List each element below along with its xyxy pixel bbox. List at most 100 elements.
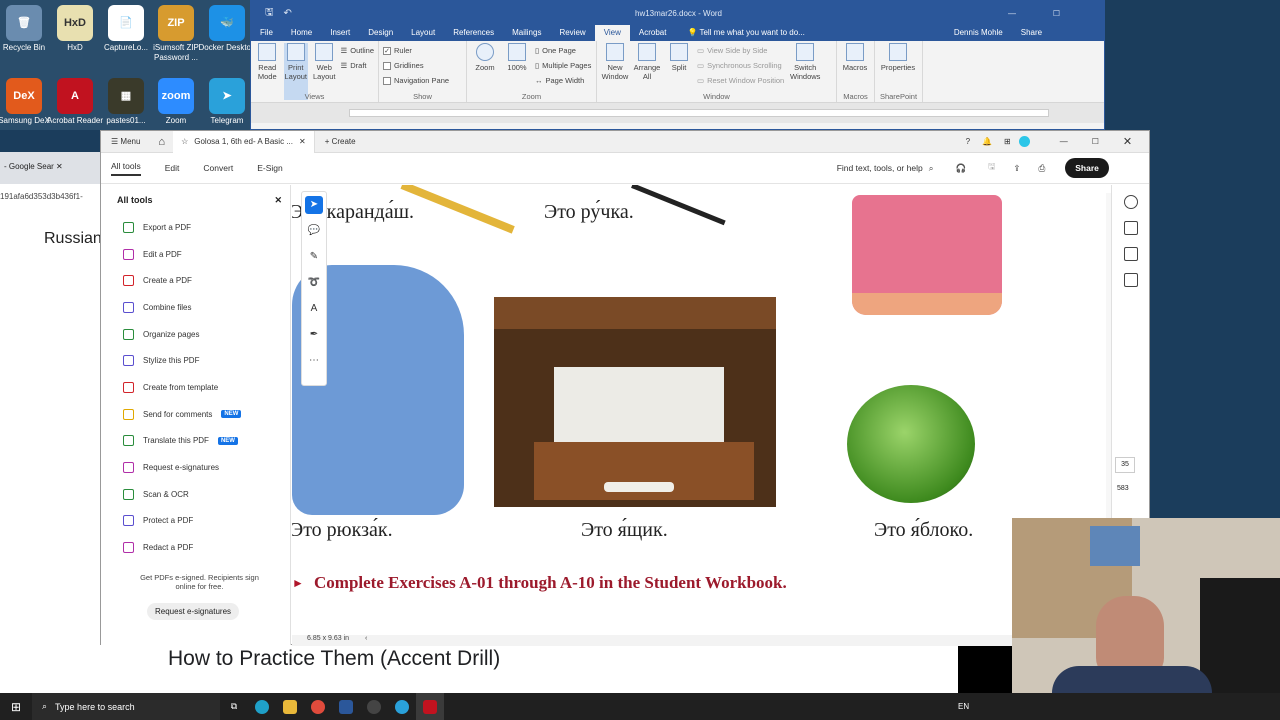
one-page-button[interactable]: ▯ One Page (535, 43, 591, 58)
tool-item[interactable]: Redact a PDF (101, 534, 290, 561)
taskbar-search[interactable]: ⌕ Type here to search (32, 693, 220, 720)
word-tab-view[interactable]: View (594, 25, 630, 41)
tool-item[interactable]: Stylize this PDF (101, 347, 290, 374)
tool-item[interactable]: Create from template (101, 374, 290, 401)
tool-item[interactable]: Organize pages (101, 321, 290, 348)
obs-icon[interactable] (360, 693, 388, 720)
apps-icon[interactable]: ⊞ (1004, 137, 1011, 146)
sign-icon[interactable]: ✒ (305, 326, 323, 344)
tool-item[interactable]: Translate this PDF NEW (101, 428, 290, 455)
print-icon[interactable]: ⎙ (1038, 163, 1045, 174)
comment-panel-icon[interactable] (1123, 195, 1138, 209)
tool-item[interactable]: Combine files (101, 294, 290, 321)
navigation-pane-checkbox[interactable]: Navigation Pane (383, 73, 462, 88)
multiple-pages-button[interactable]: ▯ Multiple Pages (535, 58, 591, 73)
menu-button[interactable]: ☰ Menu (101, 137, 150, 146)
help-icon[interactable]: ? (966, 137, 970, 146)
close-icon[interactable]: ✕ (1123, 135, 1132, 148)
bell-icon[interactable]: 🔔 (982, 137, 992, 146)
maximize-icon[interactable]: ☐ (1092, 137, 1099, 146)
profile-icon[interactable] (1018, 136, 1030, 147)
word-tab-references[interactable]: References (444, 25, 503, 41)
undo-icon[interactable]: ↶ (284, 8, 292, 19)
create-button[interactable]: + Create (315, 137, 366, 146)
word-tab-acrobat[interactable]: Acrobat (630, 25, 676, 41)
word-icon[interactable] (332, 693, 360, 720)
word-tab-design[interactable]: Design (359, 25, 402, 41)
tool-item[interactable]: Export a PDF (101, 214, 290, 241)
close-panel-icon[interactable]: ✕ (274, 195, 282, 206)
scroll-left-icon[interactable]: ‹ (365, 635, 367, 642)
outline-button[interactable]: ☰ Outline (341, 43, 375, 58)
page-width-button[interactable]: ↔ Page Width (535, 73, 591, 88)
page-number-field[interactable]: 35 (1115, 457, 1135, 473)
desktop-icon[interactable]: ZIP iSumsoft ZIP Password ... (147, 5, 205, 63)
file-explorer-icon[interactable] (276, 693, 304, 720)
minimize-icon[interactable]: — (1008, 9, 1016, 18)
desktop-icon[interactable]: zoom Zoom (147, 78, 205, 126)
text-box-icon[interactable]: A (305, 300, 323, 318)
select-cursor-icon[interactable]: ➤ (305, 196, 323, 214)
save-icon[interactable]: 🖫 (265, 5, 274, 22)
share-button[interactable]: Share (1065, 158, 1109, 178)
highlight-pen-icon[interactable]: ✎ (305, 248, 323, 266)
tool-item[interactable]: Send for comments NEW (101, 401, 290, 428)
desktop-icon[interactable]: HxD HxD (46, 5, 104, 53)
draft-button[interactable]: ☰ Draft (341, 58, 375, 73)
start-button[interactable]: ⊞ (0, 693, 32, 720)
desktop-icon[interactable]: ➤ Telegram (198, 78, 256, 126)
find-input[interactable]: Find text, tools, or help (837, 163, 923, 173)
chrome-icon[interactable] (304, 693, 332, 720)
sync-scrolling-button[interactable]: ▭ Synchronous Scrolling (697, 58, 784, 73)
all-tools-tab[interactable]: All tools (111, 161, 141, 176)
tool-item[interactable]: Edit a PDF (101, 241, 290, 268)
draw-icon[interactable]: ➰ (305, 274, 323, 292)
search-icon[interactable]: ⌕ (929, 163, 934, 174)
ruler-checkbox[interactable]: ✓ Ruler (383, 43, 462, 58)
tool-item[interactable]: Scan & OCR (101, 481, 290, 508)
request-esignatures-button[interactable]: Request e-signatures (147, 603, 240, 620)
convert-tab[interactable]: Convert (203, 163, 233, 173)
word-tab-home[interactable]: Home (282, 25, 321, 41)
close-tab-icon[interactable]: ✕ (299, 137, 306, 146)
word-tab-file[interactable]: File (251, 25, 282, 41)
word-share-button[interactable]: Share (1012, 25, 1051, 41)
side-by-side-button[interactable]: ▭ View Side by Side (697, 43, 784, 58)
close-tab-icon[interactable]: ✕ (56, 162, 63, 171)
tool-item[interactable]: Request e-signatures (101, 454, 290, 481)
star-icon[interactable]: ☆ (181, 137, 188, 146)
word-tab-insert[interactable]: Insert (321, 25, 359, 41)
headphones-icon[interactable]: 🎧 (955, 163, 966, 174)
edge-icon[interactable] (248, 693, 276, 720)
tell-me-input[interactable]: Tell me what you want to do... (699, 25, 804, 41)
language-indicator[interactable]: EN (958, 702, 969, 711)
esign-tab[interactable]: E-Sign (257, 163, 283, 173)
browser-tab[interactable]: - Google Sear ✕ (0, 152, 100, 184)
comment-icon[interactable]: 💬 (305, 222, 323, 240)
user-name[interactable]: Dennis Mohle (945, 25, 1012, 41)
tool-item[interactable]: Create a PDF (101, 267, 290, 294)
home-icon[interactable]: ⌂ (150, 136, 173, 148)
tool-icon (123, 381, 134, 393)
desktop-icon[interactable]: 🐳 Docker Desktop (198, 5, 256, 53)
save-icon[interactable]: 🖫 (988, 161, 995, 175)
maximize-icon[interactable]: ☐ (1053, 9, 1060, 18)
more-icon[interactable]: ⋯ (305, 352, 323, 370)
task-view-icon[interactable]: ⧉ (220, 693, 248, 720)
word-tab-layout[interactable]: Layout (402, 25, 444, 41)
acrobat-icon[interactable] (416, 693, 444, 720)
attachments-icon[interactable] (1123, 273, 1138, 287)
edit-tab[interactable]: Edit (165, 163, 180, 173)
minimize-icon[interactable]: — (1060, 137, 1068, 146)
reset-window-button[interactable]: ▭ Reset Window Position (697, 73, 784, 88)
word-tab-mailings[interactable]: Mailings (503, 25, 550, 41)
pages-icon[interactable] (1123, 247, 1138, 261)
word-tab-review[interactable]: Review (550, 25, 594, 41)
telegram-icon[interactable] (388, 693, 416, 720)
gridlines-checkbox[interactable]: Gridlines (383, 58, 462, 73)
bookmark-icon[interactable] (1123, 221, 1138, 235)
upload-icon[interactable]: ⇪ (1013, 163, 1020, 174)
document-tab[interactable]: ☆ Golosa 1, 6th ed- A Basic ... ✕ (173, 130, 315, 153)
desktop-icon[interactable]: A Acrobat Reader (46, 78, 104, 126)
tool-item[interactable]: Protect a PDF (101, 508, 290, 535)
